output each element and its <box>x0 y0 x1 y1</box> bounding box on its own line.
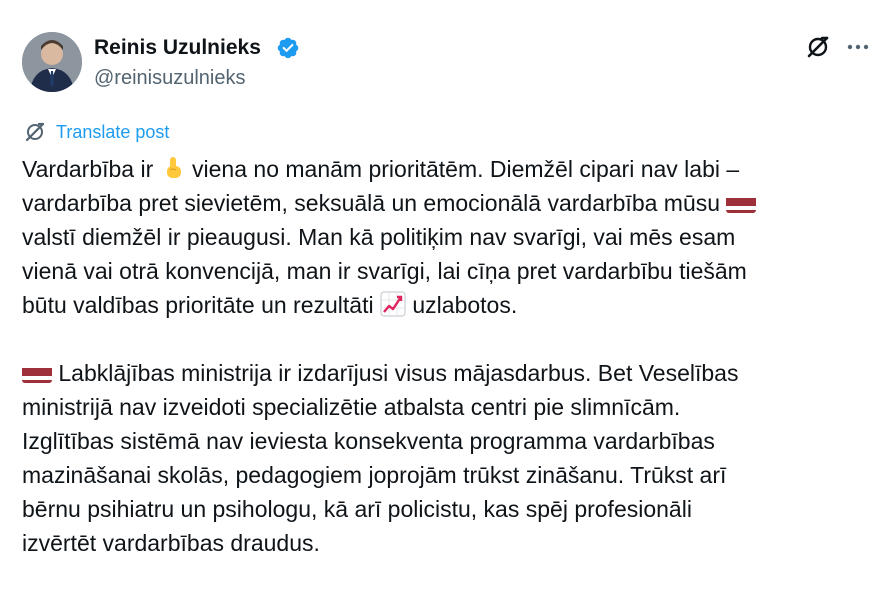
post-text-fragment: Vardarbība ir <box>22 156 160 182</box>
author-name[interactable]: Reinis Uzulnieks <box>94 36 261 60</box>
post-text: Vardarbība ir viena no manām prioritātēm… <box>22 152 882 560</box>
post-line: Vardarbība ir viena no manām prioritātēm… <box>22 152 882 186</box>
post-line: vienā vai otrā konvencijā, man ir svarīg… <box>22 258 747 284</box>
more-icon[interactable] <box>844 33 872 61</box>
grok-icon[interactable] <box>804 33 832 61</box>
post-line: ministrijā nav izveidoti specializētie a… <box>22 394 681 420</box>
latvia-flag-icon <box>22 363 52 383</box>
verified-badge-icon <box>276 36 300 60</box>
avatar[interactable] <box>22 32 82 92</box>
post-text-fragment: būtu valdības prioritāte un rezultāti <box>22 292 380 318</box>
translate-label: Translate post <box>56 122 170 142</box>
post-text-fragment: Labklājības ministrija ir izdarījusi vis… <box>52 360 739 386</box>
post-text-fragment: vardarbība pret sievietēm, seksuālā un e… <box>22 190 727 216</box>
translate-post-button[interactable]: Translate post <box>24 120 169 144</box>
author-handle[interactable]: @reinisuzulnieks <box>94 66 245 90</box>
chart-increasing-icon <box>380 291 406 326</box>
pointing-up-emoji-icon <box>160 155 186 190</box>
post-line: bērnu psihiatru un psihologu, kā arī pol… <box>22 496 692 522</box>
post-line: Labklājības ministrija ir izdarījusi vis… <box>22 356 882 390</box>
post-text-fragment: uzlabotos. <box>405 292 518 318</box>
latvia-flag-icon <box>726 193 757 213</box>
post-line: būtu valdības prioritāte un rezultāti uz… <box>22 288 882 322</box>
translate-icon <box>25 122 45 142</box>
post-line: valstī diemžēl ir pieaugusi. Man kā poli… <box>22 224 736 250</box>
post-paragraph-2: Labklājības ministrija ir izdarījusi vis… <box>22 356 882 560</box>
post-line: Izglītības sistēmā nav ieviesta konsekve… <box>22 428 715 454</box>
post-line: izvērtēt vardarbības draudus. <box>22 530 320 556</box>
post-line: mazināšanai skolās, pedagogiem joprojām … <box>22 462 727 488</box>
post-text-fragment: viena no manām prioritātēm. Diemžēl cipa… <box>185 156 740 182</box>
post-line: vardarbība pret sievietēm, seksuālā un e… <box>22 186 882 220</box>
avatar-photo <box>22 32 82 92</box>
post-paragraph-1: Vardarbība ir viena no manām prioritātēm… <box>22 152 882 322</box>
